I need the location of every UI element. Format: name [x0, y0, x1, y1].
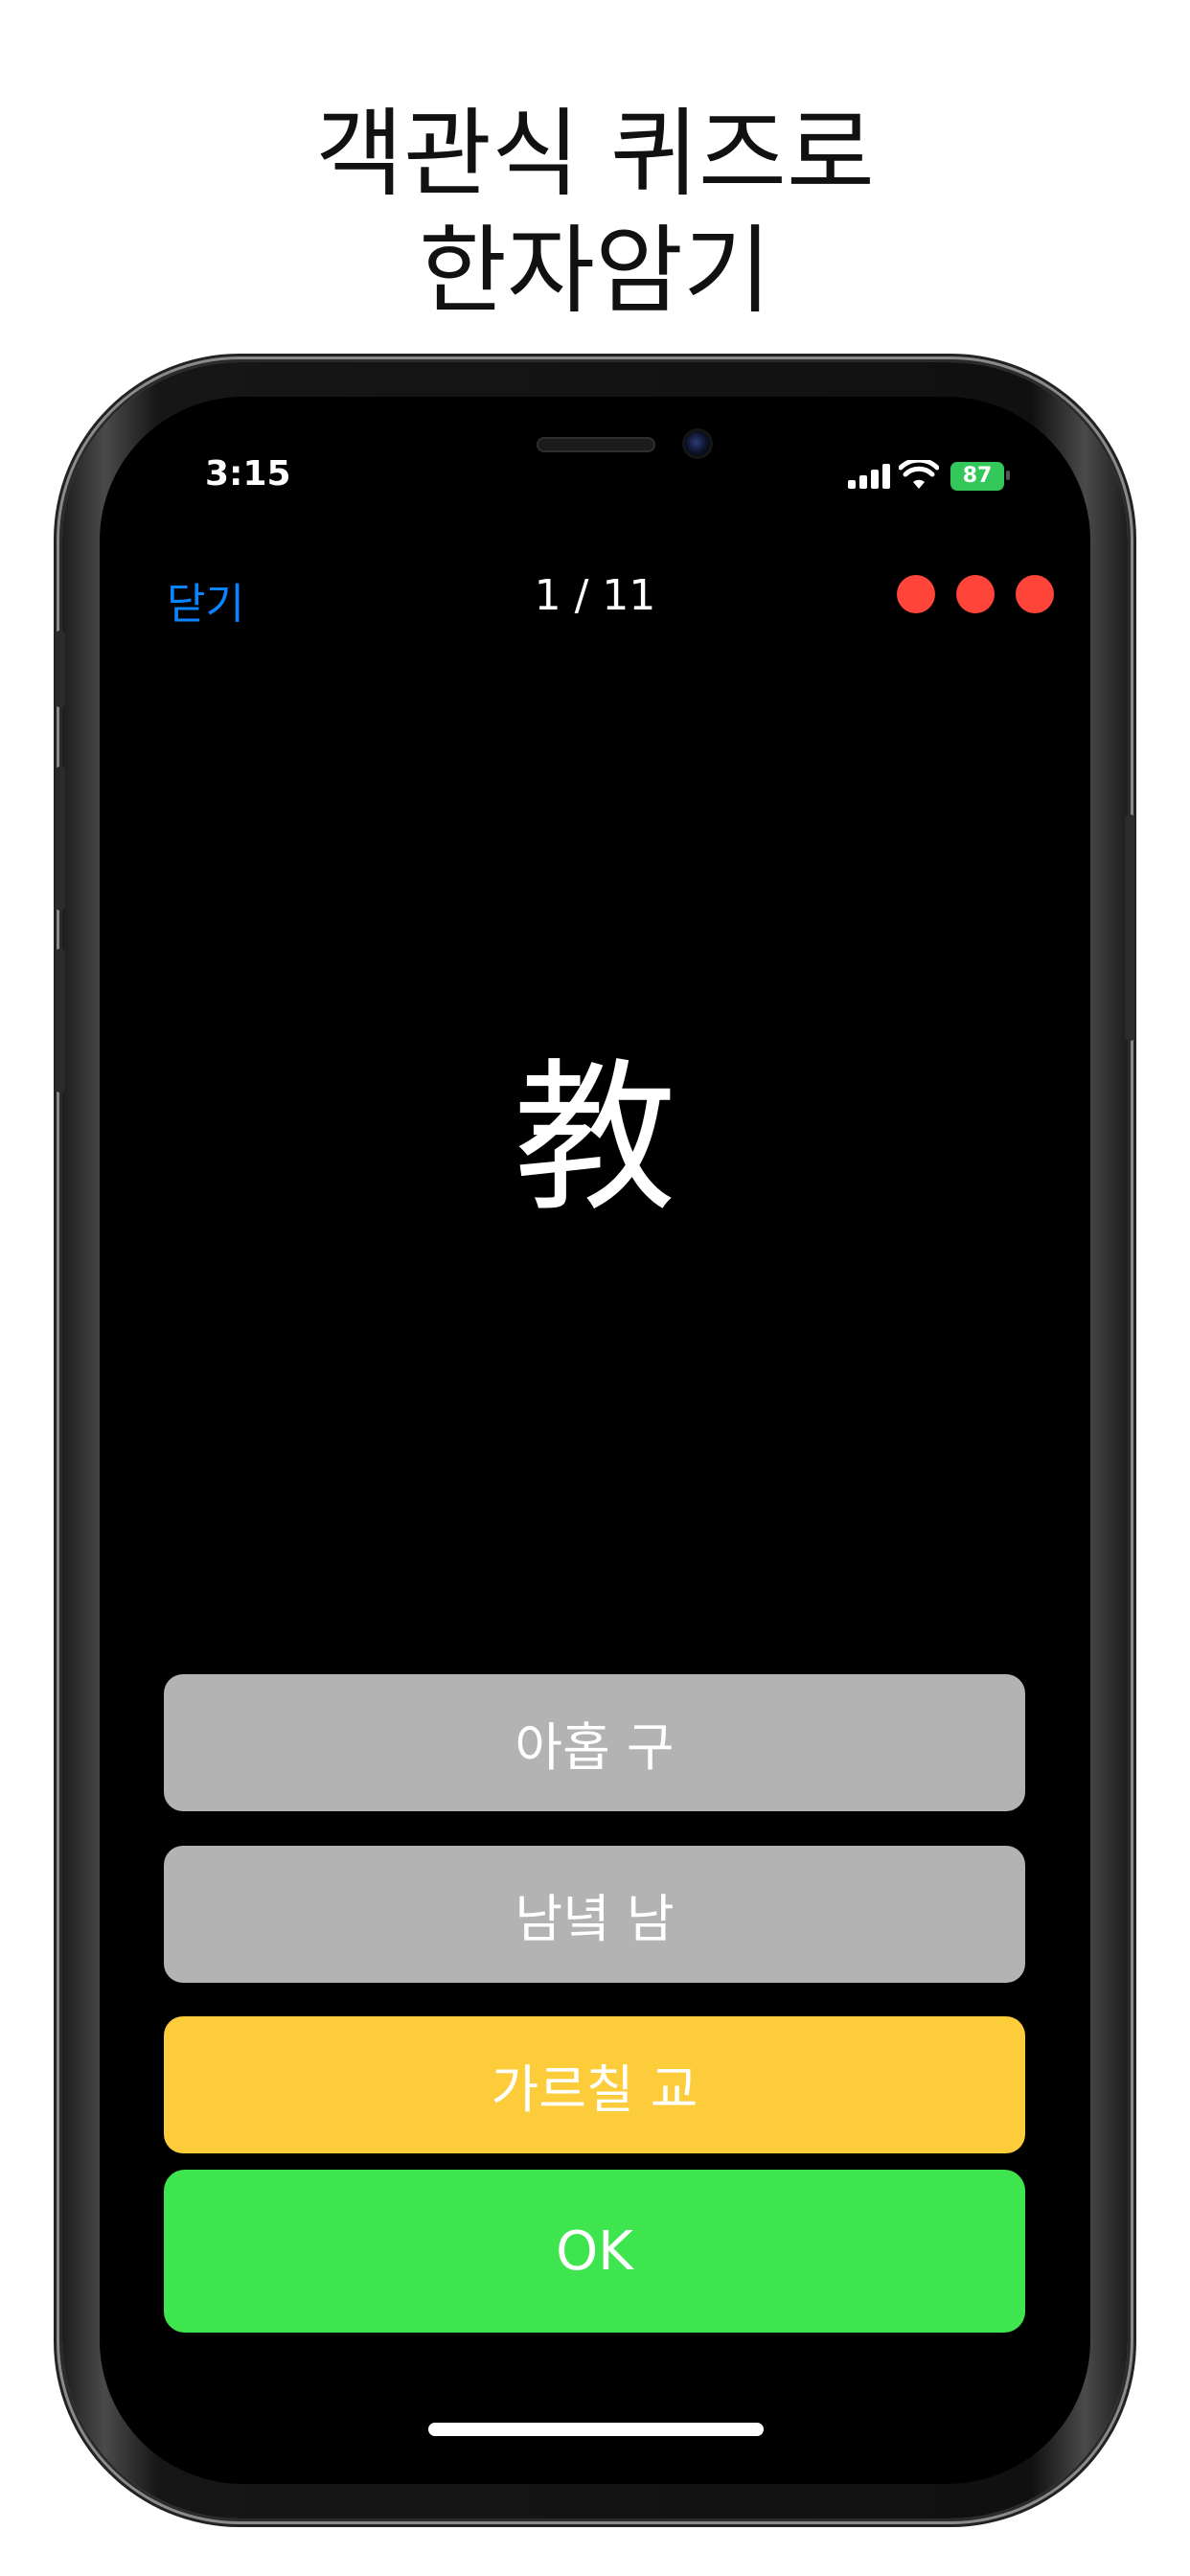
life-dot — [956, 575, 995, 613]
life-dot — [897, 575, 935, 613]
ok-button[interactable]: OK — [164, 2170, 1025, 2333]
headline-line-1: 객관식 퀴즈로 — [315, 98, 875, 210]
earpiece-speaker — [537, 437, 655, 452]
life-dot — [1016, 575, 1054, 613]
headline-line-2: 한자암기 — [419, 215, 771, 327]
answer-option-3[interactable]: 가르칠 교 — [164, 2016, 1025, 2153]
mute-switch — [56, 631, 65, 707]
question-counter: 1 / 11 — [534, 571, 656, 620]
volume-up-button — [56, 767, 65, 910]
signal-icon — [848, 464, 890, 489]
app-store-screenshot: 객관식 퀴즈로 한자암기 3:15 87 닫기 1 / 11 教 아홉 구 남녘… — [0, 0, 1190, 2576]
home-indicator[interactable] — [428, 2423, 764, 2436]
status-time: 3:15 — [205, 454, 291, 494]
power-button — [1125, 815, 1134, 1041]
ok-label: OK — [556, 2220, 633, 2283]
front-camera — [685, 431, 710, 456]
battery-cap — [1006, 471, 1010, 480]
answer-option-2[interactable]: 남녘 남 — [164, 1846, 1025, 1983]
question-character: 教 — [513, 1045, 676, 1234]
volume-down-button — [56, 949, 65, 1092]
close-button[interactable]: 닫기 — [167, 569, 244, 631]
answer-label: 남녘 남 — [515, 1889, 675, 1949]
answer-option-1[interactable]: 아홉 구 — [164, 1674, 1025, 1811]
phone-screen: 3:15 87 닫기 1 / 11 教 아홉 구 남녘 남 가르칠 교 OK — [100, 397, 1090, 2484]
wifi-icon — [899, 460, 939, 489]
battery-icon: 87 — [950, 462, 1004, 491]
answer-label: 아홉 구 — [515, 1717, 675, 1778]
promo-headline: 객관식 퀴즈로 한자암기 — [0, 96, 1190, 330]
answer-label: 가르칠 교 — [491, 2059, 698, 2120]
